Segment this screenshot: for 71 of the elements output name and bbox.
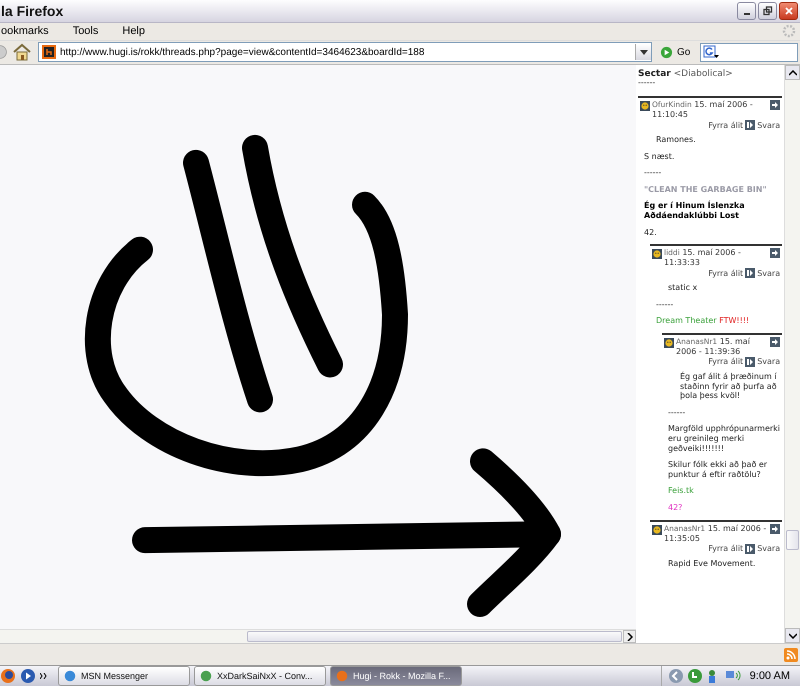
- vertical-scrollbar[interactable]: [784, 65, 800, 644]
- go-button[interactable]: Go: [677, 46, 690, 58]
- throbber-icon: [782, 24, 796, 38]
- comment-text: ------: [668, 408, 686, 418]
- scroll-down-button[interactable]: [785, 628, 800, 644]
- chevron-up-icon: [788, 70, 797, 76]
- tray-expand-icon[interactable]: [668, 668, 684, 684]
- comment-text: ------: [656, 300, 674, 310]
- comment-text: 42?: [668, 502, 684, 513]
- scrollbar-thumb[interactable]: [247, 631, 622, 642]
- minimize-icon: [744, 12, 750, 15]
- restore-icon: [762, 6, 772, 16]
- comment-text: Feis.tk: [668, 486, 695, 496]
- comment-text: Margföld upphrópunarmerki eru greinileg merki geðveiki!!!!!!!: [668, 424, 780, 454]
- separator-text: ------: [638, 79, 656, 88]
- scroll-up-button[interactable]: [785, 65, 800, 80]
- clock-text: 9:00 AM: [750, 670, 790, 682]
- comment-text: static x: [667, 283, 698, 293]
- window-title: la Firefox: [0, 2, 64, 19]
- comment-text: Skilur fólk ekki að það er punktur á eftir raðtölu?: [668, 460, 768, 480]
- address-field[interactable]: http://www.hugi.is/rokk/threads.php?page=view&contentId=3464623&boardId=188: [38, 42, 652, 62]
- caret-icon: [640, 50, 648, 55]
- app-icon: [199, 669, 213, 683]
- chevron-icon[interactable]: [40, 673, 48, 679]
- comment-link[interactable]: Svara: [757, 544, 780, 554]
- close-button[interactable]: [779, 2, 798, 20]
- app-icon: [335, 669, 349, 683]
- arrow-right-icon[interactable]: [770, 336, 780, 347]
- comment-text: "CLEAN THE GARBAGE BIN": [644, 184, 768, 194]
- scrollbar-thumb[interactable]: [786, 530, 799, 550]
- dropdown-button[interactable]: [635, 44, 651, 60]
- media-player-icon[interactable]: [20, 668, 36, 684]
- comment-text: 42.: [644, 228, 658, 238]
- menu-item[interactable]: ookmarks: [1, 25, 61, 38]
- tray-status-icon[interactable]: [686, 668, 703, 684]
- taskbar-button[interactable]: MSN Messenger: [58, 666, 190, 686]
- comment-text: Ég gaf álit á þræðinum í staðinn fyrir að þurfa að þola þess kvöl!: [679, 372, 778, 401]
- thread-author: Sectar <Diabolical>: [638, 69, 734, 80]
- taskbar-button[interactable]: Hugi - Rokk - Mozilla F...: [330, 666, 462, 686]
- taskbar-button[interactable]: XxDarkSaiNxX - Conv...: [194, 666, 326, 686]
- comment-link[interactable]: Svara: [757, 120, 780, 130]
- minimize-button[interactable]: [737, 2, 756, 20]
- comment-link[interactable]: Fyrra álit: [708, 268, 744, 278]
- site-favicon-icon: [42, 45, 56, 60]
- comment-text: Ramones.: [655, 135, 697, 145]
- restore-button[interactable]: [758, 2, 777, 20]
- comment-link[interactable]: Fyrra álit: [708, 544, 744, 554]
- menu-item[interactable]: Tools: [72, 25, 110, 38]
- arrow-right-icon[interactable]: [770, 100, 780, 110]
- comment-text: S næst.: [644, 152, 676, 162]
- search-field[interactable]: [700, 42, 798, 62]
- close-icon: [784, 6, 794, 16]
- comment-text: Dream Theater FTW!!!!: [656, 316, 750, 326]
- comment-text: Ég er í Hinum Íslenzka Aðdáendaklúbbi Lost: [644, 201, 746, 221]
- scroll-right-button[interactable]: [623, 630, 636, 644]
- comment-text: Rapid Eve Movement.: [667, 558, 756, 568]
- arrow-right-icon[interactable]: [770, 524, 780, 534]
- comment-link[interactable]: Svara: [757, 357, 780, 366]
- comment-text: ------: [644, 168, 662, 178]
- chevron-right-icon: [626, 632, 632, 641]
- home-icon[interactable]: [12, 42, 32, 62]
- app-icon: [63, 669, 77, 683]
- chevron-down-icon: [788, 632, 797, 639]
- arrow-right-icon[interactable]: [770, 248, 780, 258]
- menu-item[interactable]: Help: [122, 25, 157, 38]
- search-engine-icon[interactable]: [703, 45, 720, 60]
- go-icon[interactable]: [660, 46, 673, 59]
- comment-link[interactable]: Fyrra álit: [708, 357, 744, 366]
- comment-link[interactable]: Svara: [757, 268, 780, 278]
- comment-link[interactable]: Fyrra álit: [708, 120, 744, 130]
- horizontal-scrollbar[interactable]: [0, 629, 636, 644]
